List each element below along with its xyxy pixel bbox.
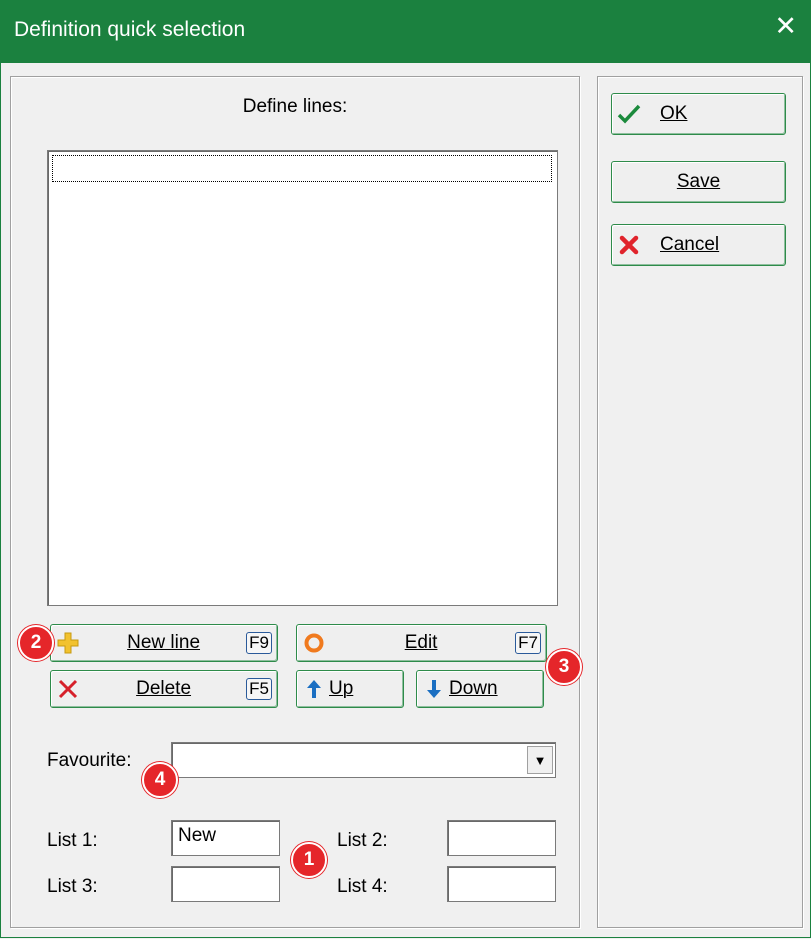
up-button[interactable]: Up — [296, 670, 404, 708]
delete-shortcut: F5 — [246, 678, 272, 700]
cancel-button[interactable]: Cancel — [611, 224, 786, 266]
delete-x-icon — [55, 678, 81, 700]
down-label: Down — [449, 678, 498, 699]
close-icon[interactable]: ✕ — [774, 13, 797, 40]
dropdown-arrow-icon[interactable]: ▼ — [527, 746, 553, 774]
list-focus-row[interactable] — [52, 155, 552, 182]
favourite-label: Favourite: — [47, 750, 132, 771]
title-bar: Definition quick selection ✕ — [0, 0, 811, 63]
checkmark-icon — [616, 103, 642, 125]
save-label: Save — [676, 171, 721, 192]
up-label: Up — [329, 678, 354, 699]
down-button[interactable]: Down — [416, 670, 544, 708]
plus-icon — [55, 631, 81, 655]
list3-field[interactable] — [171, 866, 280, 902]
list4-field[interactable] — [447, 866, 556, 902]
list1-field[interactable]: New — [171, 820, 280, 856]
arrow-down-icon — [421, 679, 447, 699]
list3-label: List 3: — [47, 876, 98, 897]
list2-field[interactable] — [447, 820, 556, 856]
edit-ring-icon — [301, 632, 327, 654]
ok-button[interactable]: OK — [611, 93, 786, 135]
ok-label: OK — [660, 103, 688, 124]
define-lines-list[interactable] — [47, 150, 558, 606]
favourite-select[interactable]: ▼ — [171, 742, 556, 778]
save-button[interactable]: Save — [611, 161, 786, 203]
callout-badge-4: 4 — [142, 762, 178, 798]
cancel-label: Cancel — [660, 234, 720, 255]
delete-label: Delete — [136, 678, 192, 699]
callout-badge-3: 3 — [546, 649, 582, 685]
list1-label: List 1: — [47, 830, 98, 851]
edit-button[interactable]: Edit F7 — [296, 624, 547, 662]
define-lines-label: Define lines: — [242, 96, 348, 117]
callout-badge-2: 2 — [18, 625, 54, 661]
cancel-x-icon — [616, 234, 642, 256]
new-line-shortcut: F9 — [246, 632, 272, 654]
arrow-up-icon — [301, 679, 327, 699]
new-line-label: New line — [127, 632, 201, 653]
window-title: Definition quick selection — [14, 18, 246, 41]
list2-label: List 2: — [337, 830, 388, 851]
right-panel — [597, 76, 803, 928]
edit-shortcut: F7 — [515, 632, 541, 654]
edit-label: Edit — [404, 632, 438, 653]
list4-label: List 4: — [337, 876, 388, 897]
delete-button[interactable]: Delete F5 — [50, 670, 278, 708]
callout-badge-1: 1 — [291, 842, 327, 878]
new-line-button[interactable]: New line F9 — [50, 624, 278, 662]
